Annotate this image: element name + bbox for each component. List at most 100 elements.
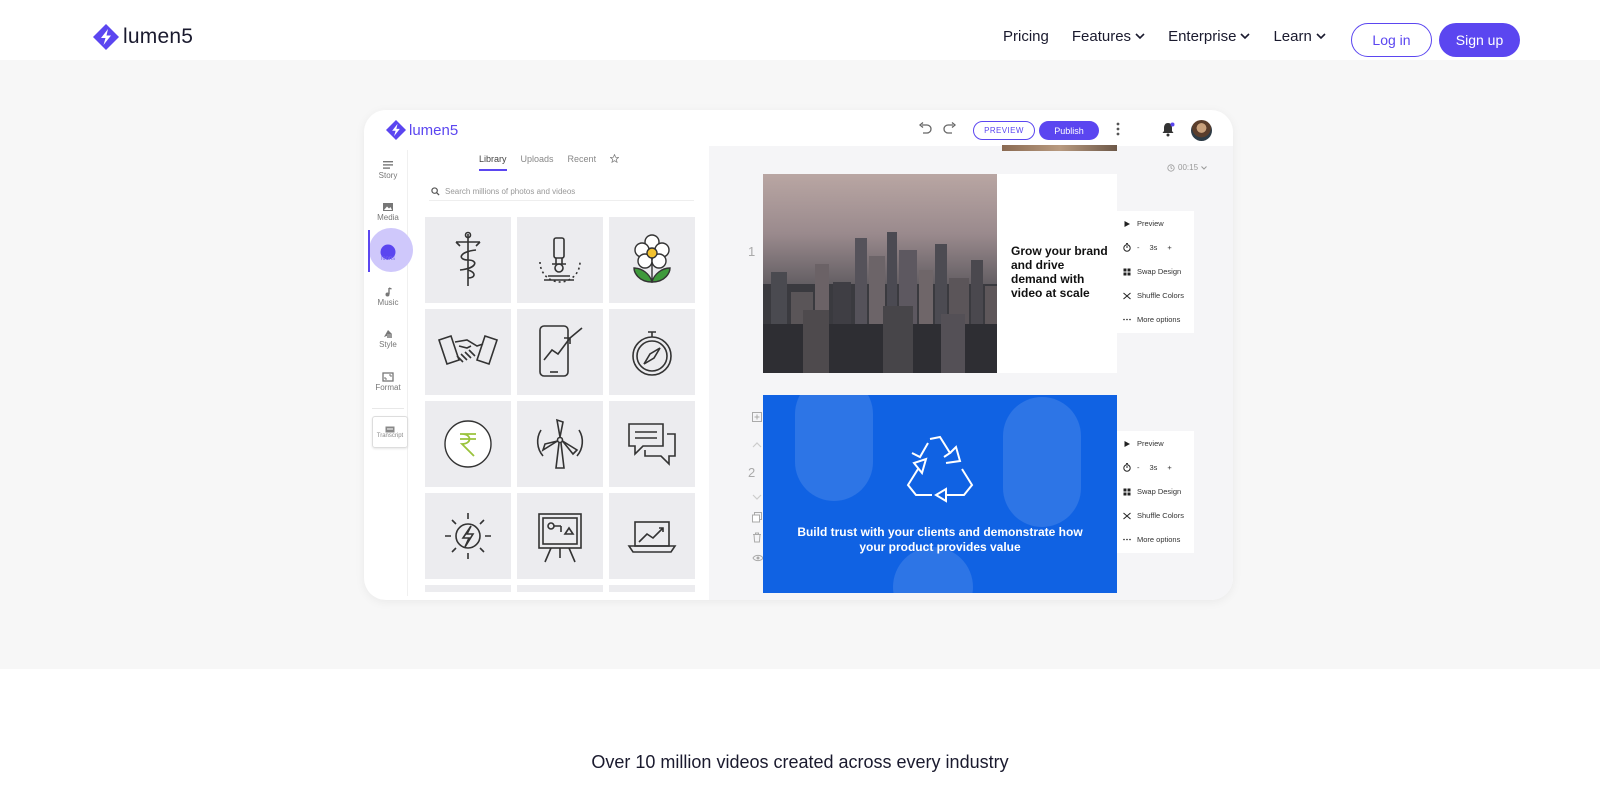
icon-tile[interactable]: [609, 401, 695, 487]
redo-icon[interactable]: [943, 122, 957, 134]
play-icon: [1124, 440, 1130, 447]
timer-icon: [1123, 243, 1131, 252]
slide-1-preview-option[interactable]: Preview: [1123, 219, 1164, 228]
slide-2-text[interactable]: Build trust with your clients and demons…: [783, 525, 1097, 555]
icon-tile[interactable]: [609, 585, 695, 592]
video-duration[interactable]: 00:15: [1167, 163, 1207, 172]
undo-icon[interactable]: [918, 122, 932, 134]
shuffle-icon: [1123, 512, 1131, 519]
icon-tile[interactable]: [517, 585, 603, 592]
editor-publish-button[interactable]: Publish: [1039, 121, 1099, 140]
microscope-icon: [539, 237, 581, 283]
icon-tile[interactable]: [517, 401, 603, 487]
slide-number-1: 1: [748, 244, 756, 259]
wind-turbine-icon: [536, 418, 584, 469]
chevron-up-icon[interactable]: [752, 442, 762, 448]
slide-2-options: Preview - 3s + Swap Design Shuffle Color…: [1117, 431, 1194, 553]
slide-1-text[interactable]: Grow your brand and drive demand with vi…: [1011, 244, 1111, 300]
decorative-pill: [795, 395, 873, 501]
icon-tile[interactable]: [517, 217, 603, 303]
hero-section: lumen5 PREVIEW Publish Story Media Icons…: [0, 60, 1600, 669]
icon-tile[interactable]: [425, 309, 511, 395]
editor-sidenav: Story Media Icons Music Style Format Tra…: [368, 150, 413, 596]
recycle-icon: [906, 435, 974, 503]
trash-icon[interactable]: [752, 532, 762, 543]
sidenav-icons-label: Icons: [380, 256, 396, 262]
decorative-pill: [1003, 397, 1081, 527]
tab-recent[interactable]: Recent: [568, 154, 597, 171]
tab-library[interactable]: Library: [479, 154, 507, 171]
brand-logo[interactable]: lumen5: [93, 24, 193, 50]
nav-features[interactable]: Features: [1072, 28, 1145, 45]
slide-1[interactable]: Grow your brand and drive demand with vi…: [763, 174, 1117, 373]
option-shuffle-label: Shuffle Colors: [1137, 291, 1184, 300]
swap-design-icon: [1123, 268, 1131, 275]
duration-minus[interactable]: -: [1137, 463, 1140, 472]
more-vertical-icon[interactable]: [1116, 122, 1120, 136]
chevron-down-icon[interactable]: [752, 494, 762, 500]
slide-1-swap-option[interactable]: Swap Design: [1123, 267, 1181, 276]
nav-enterprise[interactable]: Enterprise: [1168, 28, 1251, 45]
format-icon: [382, 372, 394, 382]
duration-minus[interactable]: -: [1137, 243, 1140, 252]
icon-tile[interactable]: [609, 309, 695, 395]
sidenav-story[interactable]: Story: [368, 160, 408, 180]
slide-1-shuffle-option[interactable]: Shuffle Colors: [1123, 291, 1184, 300]
sidenav-style-label: Style: [379, 340, 397, 349]
icon-tile[interactable]: [609, 217, 695, 303]
notification-bell-icon[interactable]: [1161, 122, 1175, 137]
icon-tile[interactable]: [425, 401, 511, 487]
icon-tile[interactable]: [425, 217, 511, 303]
user-avatar[interactable]: [1191, 120, 1212, 141]
lumen5-logo-icon: [386, 120, 406, 140]
icon-tile[interactable]: [517, 493, 603, 579]
sidenav-icons[interactable]: Icons: [368, 243, 408, 262]
rupee-coin-icon: [444, 420, 492, 468]
tab-uploads[interactable]: Uploads: [521, 154, 554, 171]
swap-design-icon: [1123, 488, 1131, 495]
star-icon: [609, 153, 620, 164]
icon-tile[interactable]: [609, 493, 695, 579]
play-icon: [1124, 220, 1130, 227]
signup-button[interactable]: Sign up: [1439, 23, 1520, 57]
nav-pricing[interactable]: Pricing: [1003, 28, 1049, 45]
icon-tile[interactable]: [425, 585, 511, 592]
icon-tile[interactable]: [517, 309, 603, 395]
option-swap-label: Swap Design: [1137, 267, 1182, 276]
sidenav-format-label: Format: [375, 383, 401, 392]
flower-icon: [633, 234, 671, 283]
transcript-button[interactable]: Transcript: [372, 416, 408, 448]
handshake-icon: [437, 334, 499, 366]
media-library-panel: Library Uploads Recent Search millions o…: [409, 150, 704, 596]
more-horizontal-icon: [1123, 538, 1131, 541]
slide-2-shuffle-option[interactable]: Shuffle Colors: [1123, 511, 1184, 520]
sidenav-style[interactable]: Style: [368, 329, 408, 349]
slide-2-preview-option[interactable]: Preview: [1123, 439, 1164, 448]
sidenav-music[interactable]: Music: [368, 287, 408, 307]
slide-1-duration-option[interactable]: - 3s +: [1123, 243, 1172, 252]
slide-2[interactable]: Build trust with your clients and demons…: [763, 395, 1117, 593]
music-icon: [385, 287, 392, 297]
nav-learn[interactable]: Learn: [1273, 28, 1326, 45]
library-search[interactable]: Search millions of photos and videos: [429, 183, 694, 201]
slide-2-more-option[interactable]: More options: [1123, 535, 1180, 544]
compass-icon: [632, 331, 672, 376]
sidenav-media[interactable]: Media: [368, 202, 408, 222]
slide-2-swap-option[interactable]: Swap Design: [1123, 487, 1181, 496]
transcript-icon: [385, 426, 395, 432]
top-navigation: lumen5 Pricing Features Enterprise Learn…: [0, 0, 1600, 60]
tab-favorites[interactable]: [609, 153, 620, 171]
login-button[interactable]: Log in: [1351, 23, 1432, 57]
slide-2-duration-option[interactable]: - 3s +: [1123, 463, 1172, 472]
nav-pricing-label: Pricing: [1003, 28, 1049, 45]
editor-preview-button[interactable]: PREVIEW: [973, 121, 1035, 140]
duration-plus[interactable]: +: [1167, 243, 1171, 252]
sidenav-format[interactable]: Format: [368, 372, 408, 392]
duplicate-icon[interactable]: [752, 512, 762, 523]
duration-plus[interactable]: +: [1167, 463, 1171, 472]
icon-tile[interactable]: [425, 493, 511, 579]
editor-brand-name: lumen5: [409, 121, 459, 139]
slide-number-2: 2: [748, 465, 756, 480]
slide-1-more-option[interactable]: More options: [1123, 315, 1180, 324]
add-slide-icon[interactable]: [752, 412, 762, 422]
